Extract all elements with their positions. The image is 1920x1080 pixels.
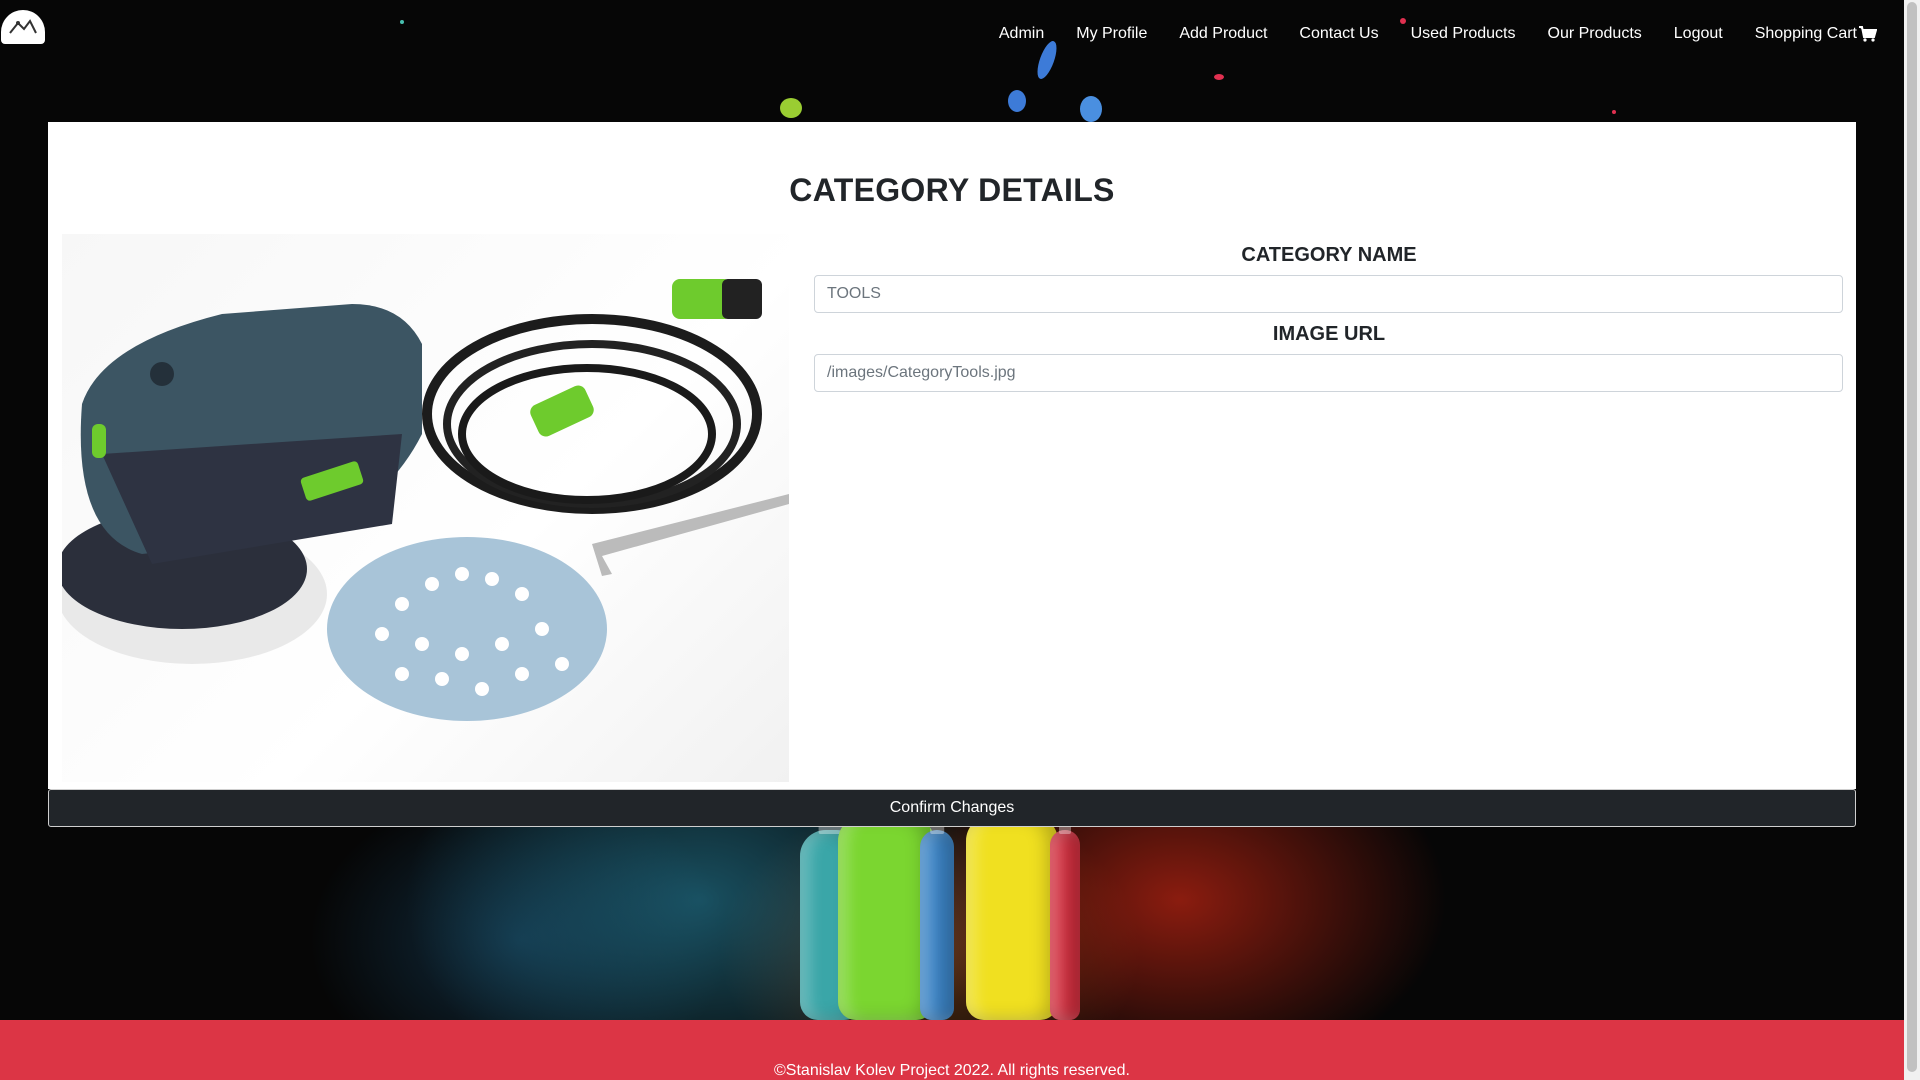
paint-splash xyxy=(780,98,802,118)
paint-bottle xyxy=(920,812,954,1020)
paint-bottle xyxy=(1050,812,1080,1020)
nav-link-contact-us[interactable]: Contact Us xyxy=(1299,25,1378,43)
paint-splash xyxy=(1080,96,1102,122)
category-name-label: CATEGORY NAME xyxy=(1241,244,1417,266)
page-footer: ©Stanislav Kolev Project 2022. All right… xyxy=(0,1020,1904,1080)
sander-tool-image xyxy=(62,279,789,721)
category-image xyxy=(62,234,789,782)
page-title: CATEGORY DETAILS xyxy=(789,172,1115,208)
shopping-cart-icon xyxy=(1859,26,1877,42)
category-details-card: CATEGORY DETAILS CATEGORY NAME TOOLS IMA… xyxy=(48,122,1856,789)
nav-link-used-products[interactable]: Used Products xyxy=(1411,25,1516,43)
footer-copyright: ©Stanislav Kolev Project 2022. All right… xyxy=(774,1062,1130,1079)
nav-link-add-product[interactable]: Add Product xyxy=(1179,25,1267,43)
confirm-changes-button[interactable]: Confirm Changes xyxy=(48,789,1856,827)
image-url-label: IMAGE URL xyxy=(1272,323,1386,345)
paint-splash xyxy=(1008,90,1026,112)
nav-link-my-profile[interactable]: My Profile xyxy=(1076,25,1147,43)
category-name-input[interactable] xyxy=(814,275,1843,313)
image-url-input[interactable] xyxy=(814,354,1843,392)
nav-link-shopping-cart[interactable]: Shopping Cart xyxy=(1755,25,1877,43)
scrollbar-thumb[interactable] xyxy=(1907,2,1917,1072)
nav-links: Admin My Profile Add Product Contact Us … xyxy=(967,25,1877,43)
top-navbar: Admin My Profile Add Product Contact Us … xyxy=(0,0,1904,74)
category-form: CATEGORY NAME IMAGE URL xyxy=(814,234,1844,396)
paint-splash xyxy=(1214,74,1224,80)
site-logo[interactable] xyxy=(1,10,45,44)
shopping-cart-label: Shopping Cart xyxy=(1754,25,1857,42)
logo-icon xyxy=(9,19,37,34)
nav-link-our-products[interactable]: Our Products xyxy=(1548,25,1642,43)
nav-link-admin[interactable]: Admin xyxy=(999,25,1044,43)
page-scrollbar[interactable] xyxy=(1904,0,1920,1080)
nav-link-logout[interactable]: Logout xyxy=(1674,25,1723,43)
paint-bottle xyxy=(966,797,1058,1020)
paint-splash xyxy=(1612,110,1616,114)
